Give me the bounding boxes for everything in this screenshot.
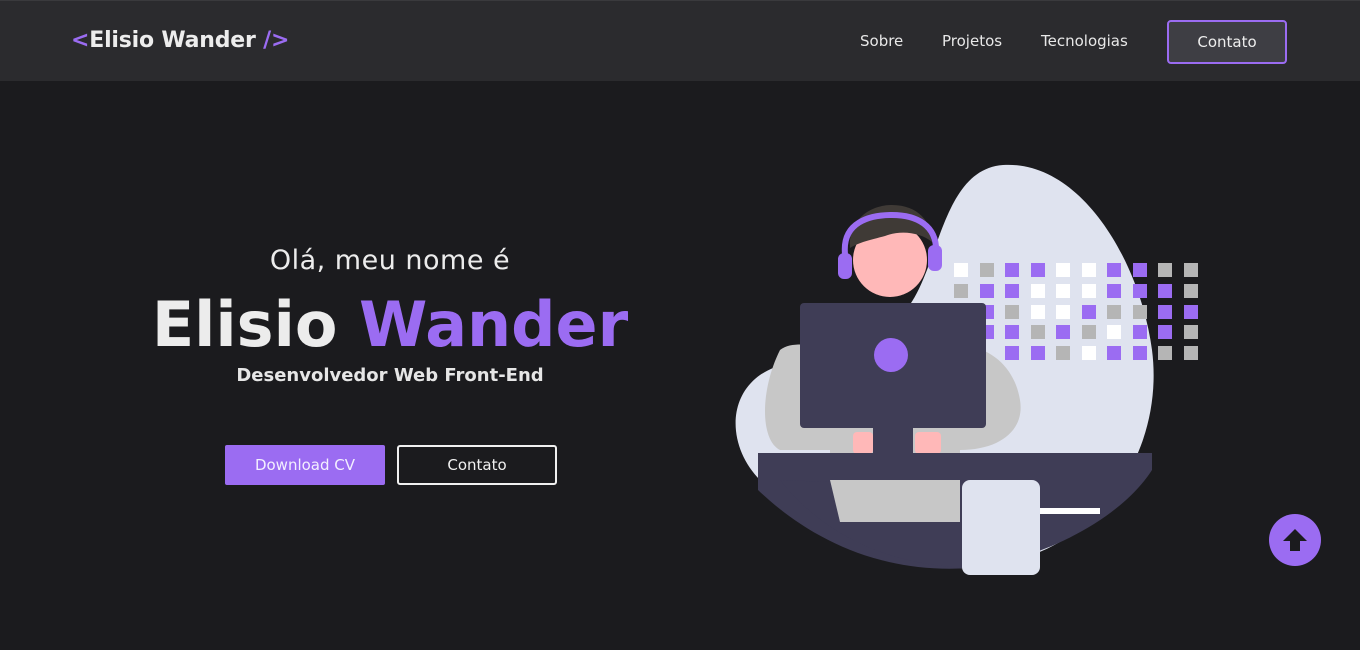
person-left-hand [853,432,873,454]
person-lap [830,480,960,522]
headset-right-ear [928,245,942,271]
logo-name: Elisio Wander [89,28,256,53]
nav-link-sobre[interactable]: Sobre [860,32,903,50]
hero-last-name: Wander [359,288,629,361]
scroll-to-top-button[interactable] [1269,514,1321,566]
headset-left-ear [838,253,852,279]
navbar: <Elisio Wander /> Sobre Projetos Tecnolo… [0,0,1360,81]
nav-contact-button[interactable]: Contato [1167,20,1287,64]
hero-name: Elisio Wander [140,288,640,361]
logo[interactable]: <Elisio Wander /> [71,28,289,53]
arrow-up-icon [1283,529,1307,551]
chair-arm [1040,508,1100,514]
laptop-logo [874,338,908,372]
hero-intro: Olá, meu nome é Elisio Wander Desenvolve… [140,245,640,386]
chair [962,480,1040,575]
nav-link-projetos[interactable]: Projetos [942,32,1002,50]
logo-open-bracket: < [71,28,90,53]
logo-close-bracket: /> [255,28,290,53]
developer-illustration [735,164,1198,575]
laptop-stand [873,427,913,453]
hero-greeting: Olá, meu nome é [269,245,511,276]
download-cv-button[interactable]: Download CV [225,445,385,485]
nav-link-tecnologias[interactable]: Tecnologias [1041,32,1128,50]
hero-first-name: Elisio [151,288,338,361]
hero-contact-button[interactable]: Contato [397,445,557,485]
hero-role: Desenvolvedor Web Front-End [236,365,544,387]
person-right-hand [915,432,941,454]
